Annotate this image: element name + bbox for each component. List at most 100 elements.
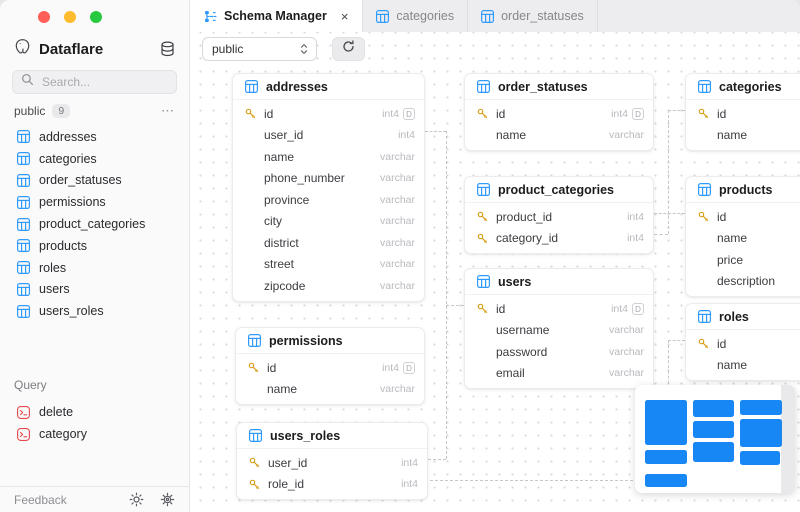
table-card-header[interactable]: roles [686, 304, 800, 330]
column-addresses-name[interactable]: name varchar [233, 146, 424, 168]
sidebar-item-products[interactable]: products [0, 235, 189, 257]
table-card-header[interactable]: users_roles [237, 423, 427, 449]
database-icon[interactable] [160, 41, 175, 57]
query-item-category[interactable]: category [0, 423, 189, 445]
refresh-button[interactable] [332, 37, 365, 61]
column-type: varchar [608, 324, 644, 337]
column-users-id[interactable]: id int4 D [465, 298, 653, 320]
diagram-table-addresses[interactable]: addresses id int4 D user_id int4 name va… [232, 73, 425, 302]
diagram-table-roles[interactable]: roles id name [685, 303, 800, 381]
primary-key-icon [477, 211, 488, 222]
sidebar-item-users-roles[interactable]: users_roles [0, 300, 189, 322]
column-roles-id[interactable]: id [686, 333, 800, 355]
schema-select-dropdown[interactable]: public [202, 37, 317, 61]
column-name: street [264, 257, 295, 272]
minimap-table-rect [740, 419, 782, 447]
column-users-username[interactable]: username varchar [465, 320, 653, 342]
sidebar-item-permissions[interactable]: permissions [0, 191, 189, 213]
tab-categories[interactable]: categories [363, 0, 469, 32]
search-box[interactable] [12, 70, 177, 94]
diagram-table-categories[interactable]: categories id name [685, 73, 800, 151]
column-addresses-zipcode[interactable]: zipcode varchar [233, 275, 424, 297]
sidebar-item-product-categories[interactable]: product_categories [0, 213, 189, 235]
column-name: name [264, 149, 295, 164]
sidebar-item-order-statuses[interactable]: order_statuses [0, 170, 189, 192]
column-addresses-street[interactable]: street varchar [233, 254, 424, 276]
table-name: roles [719, 309, 749, 324]
table-card-header[interactable]: addresses [233, 74, 424, 100]
sidebar-item-users[interactable]: users [0, 279, 189, 301]
column-roles-name[interactable]: name [686, 355, 800, 377]
table-icon [17, 304, 30, 318]
column-products-name[interactable]: name [686, 228, 800, 250]
column-addresses-province[interactable]: province varchar [233, 189, 424, 211]
query-item-delete[interactable]: delete [0, 401, 189, 423]
more-options-icon[interactable]: ⋯ [161, 103, 175, 119]
diagram-table-permissions[interactable]: permissions id int4 D name varchar [235, 327, 425, 405]
column-addresses-phone-number[interactable]: phone_number varchar [233, 168, 424, 190]
column-addresses-id[interactable]: id int4 D [233, 103, 424, 125]
search-input[interactable] [40, 74, 168, 90]
schema-icon [204, 10, 217, 23]
primary-key-icon [698, 211, 709, 222]
column-product-categories-category-id[interactable]: category_id int4 [465, 228, 653, 250]
theme-toggle-icon[interactable] [129, 492, 144, 507]
column-products-id[interactable]: id [686, 206, 800, 228]
app-title: Dataflare [39, 40, 104, 58]
sidebar-item-categories[interactable]: categories [0, 148, 189, 170]
feedback-link[interactable]: Feedback [14, 493, 67, 507]
table-card-header[interactable]: order_statuses [465, 74, 653, 100]
column-users-password[interactable]: password varchar [465, 341, 653, 363]
column-order-statuses-name[interactable]: name varchar [465, 125, 653, 147]
table-card-header[interactable]: users [465, 269, 653, 295]
schema-canvas[interactable]: public addresses id int4 D user_id int4 … [190, 32, 800, 512]
sidebar-item-roles[interactable]: roles [0, 257, 189, 279]
settings-gear-icon[interactable] [160, 492, 175, 507]
column-users-email[interactable]: email varchar [465, 363, 653, 385]
table-card-header[interactable]: categories [686, 74, 800, 100]
column-name: username [496, 323, 550, 338]
zoom-window-button[interactable] [90, 11, 102, 23]
table-name: addresses [266, 79, 328, 94]
column-users-roles-user-id[interactable]: user_id int4 [237, 452, 427, 474]
primary-key-icon [477, 233, 488, 244]
minimize-window-button[interactable] [64, 11, 76, 23]
column-product-categories-product-id[interactable]: product_id int4 [465, 206, 653, 228]
diagram-table-users[interactable]: users id int4 D username varchar passwor… [464, 268, 654, 389]
table-card-header[interactable]: permissions [236, 328, 424, 354]
terminal-icon [17, 405, 30, 419]
column-addresses-city[interactable]: city varchar [233, 211, 424, 233]
column-name: id [717, 106, 727, 121]
column-categories-id[interactable]: id [686, 103, 800, 125]
column-permissions-id[interactable]: id int4 D [236, 357, 424, 379]
column-products-price[interactable]: price [686, 249, 800, 271]
column-addresses-district[interactable]: district varchar [233, 232, 424, 254]
column-addresses-user-id[interactable]: user_id int4 [233, 125, 424, 147]
table-card-header[interactable]: product_categories [465, 177, 653, 203]
column-order-statuses-id[interactable]: id int4 D [465, 103, 653, 125]
column-users-roles-role-id[interactable]: role_id int4 [237, 474, 427, 496]
column-products-description[interactable]: description [686, 271, 800, 293]
column-permissions-name[interactable]: name varchar [236, 379, 424, 401]
sidebar-item-addresses[interactable]: addresses [0, 126, 189, 148]
schema-row[interactable]: public 9 ⋯ [14, 103, 175, 119]
minimap[interactable] [635, 385, 795, 493]
minimap-offscreen-overlay [781, 385, 795, 493]
column-type: int4 [382, 361, 399, 374]
primary-key-icon [249, 457, 260, 468]
close-window-button[interactable] [38, 11, 50, 23]
tab-schema-manager[interactable]: Schema Manager × [190, 0, 364, 32]
diagram-table-product-categories[interactable]: product_categories product_id int4 categ… [464, 176, 654, 254]
column-name: name [717, 231, 748, 246]
diagram-table-users-roles[interactable]: users_roles user_id int4 role_id int4 [236, 422, 428, 500]
sidebar-item-label: roles [39, 260, 67, 275]
diagram-table-products[interactable]: products id name price description [685, 176, 800, 297]
diagram-table-order-statuses[interactable]: order_statuses id int4 D name varchar [464, 73, 654, 151]
close-tab-icon[interactable]: × [341, 9, 349, 24]
table-card-header[interactable]: products [686, 177, 800, 203]
column-type: varchar [379, 279, 415, 292]
default-value-badge: D [403, 361, 415, 374]
column-categories-name[interactable]: name [686, 125, 800, 147]
table-card-body: id int4 D username varchar password varc… [465, 295, 653, 388]
tab-order-statuses[interactable]: order_statuses [468, 0, 598, 32]
